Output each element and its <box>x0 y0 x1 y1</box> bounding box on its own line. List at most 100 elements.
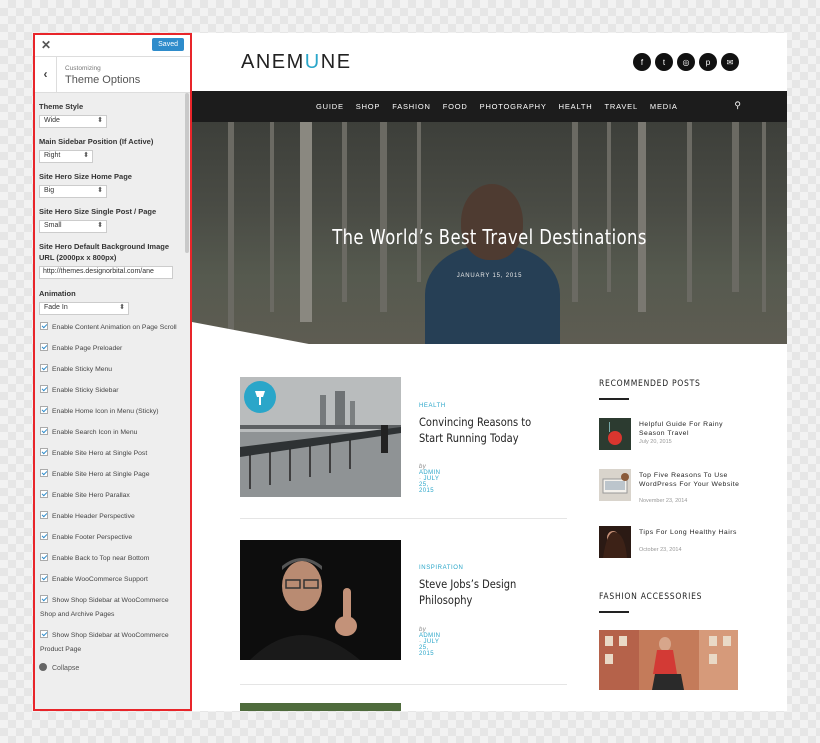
checkbox-label: Enable Site Hero at Single Page <box>52 471 150 478</box>
divider <box>240 518 567 519</box>
checkbox-checked-icon[interactable] <box>40 490 48 498</box>
post-title[interactable]: Convincing Reasons to Start Running Toda… <box>419 414 557 446</box>
mail-icon[interactable]: ✉ <box>721 53 739 71</box>
recommended-title[interactable]: Top Five Reasons To Use WordPress For Yo… <box>639 472 749 489</box>
nav-item-media[interactable]: MEDIA <box>650 102 678 111</box>
customizer-body: Theme Style Wide ⬍ Main Sidebar Position … <box>35 93 190 672</box>
social-links: f t ◎ p ✉ <box>633 53 739 71</box>
sidebar-position-value: Right <box>44 152 61 159</box>
option-checkbox[interactable]: Enable Back to Top near Bottom <box>39 552 184 566</box>
nav-item-fashion[interactable]: FASHION <box>392 102 431 111</box>
post-category[interactable]: INSPIRATION <box>419 565 464 571</box>
option-checkbox[interactable]: Show Shop Sidebar at WooCommerce Shop an… <box>39 594 184 622</box>
option-checkbox[interactable]: Enable Content Animation on Page Scroll <box>39 321 184 335</box>
recommended-date: July 20, 2015 <box>639 439 672 445</box>
checkbox-checked-icon[interactable] <box>40 343 48 351</box>
post-date: JULY 25, 2015 <box>419 476 440 494</box>
nav-item-photography[interactable]: PHOTOGRAPHY <box>480 102 547 111</box>
post-title[interactable]: Steve Jobs’s Design Philosophy <box>419 576 557 608</box>
hero-single-select[interactable]: Small ⬍ <box>39 220 107 233</box>
twitter-icon[interactable]: t <box>655 53 673 71</box>
scrollbar[interactable] <box>185 93 189 253</box>
nav-items: GUIDE SHOP FASHION FOOD PHOTOGRAPHY HEALTH TRA… <box>316 102 678 111</box>
checkbox-label: Show Shop Sidebar at WooCommerce Shop an… <box>40 597 169 618</box>
hero-date: JANUARY 15, 2015 <box>456 273 523 279</box>
sidebar-position-select[interactable]: Right ⬍ <box>39 150 93 163</box>
nav-item-health[interactable]: HEALTH <box>559 102 593 111</box>
checkbox-checked-icon[interactable] <box>40 406 48 414</box>
checkbox-label: Show Shop Sidebar at WooCommerce Product… <box>40 632 169 653</box>
animation-label: Animation <box>39 289 76 298</box>
checkbox-label: Enable Back to Top near Bottom <box>52 555 150 562</box>
checkbox-label: Enable Home Icon in Menu (Sticky) <box>52 408 159 415</box>
fashion-image[interactable] <box>599 630 738 690</box>
animation-value: Fade In <box>44 304 68 311</box>
post-thumbnail[interactable] <box>240 540 401 660</box>
collapse-button[interactable]: Collapse <box>39 663 184 672</box>
customizer-panel: ✕ Saved ‹ Customizing Theme Options Them… <box>33 33 192 711</box>
site-logo[interactable]: ANEMUNE <box>241 51 352 74</box>
checkbox-checked-icon[interactable] <box>40 385 48 393</box>
nav-item-shop[interactable]: SHOP <box>356 102 380 111</box>
checkbox-checked-icon[interactable] <box>40 427 48 435</box>
sidebar-position-label: Main Sidebar Position (If Active) <box>39 137 154 146</box>
post-category[interactable]: HEALTH <box>419 403 446 409</box>
recommended-thumbnail[interactable] <box>599 469 631 501</box>
checkbox-checked-icon[interactable] <box>40 532 48 540</box>
option-checkbox[interactable]: Enable Home Icon in Menu (Sticky) <box>39 405 184 419</box>
checkbox-label: Enable Sticky Sidebar <box>52 387 119 394</box>
collapse-label: Collapse <box>52 665 80 672</box>
checkbox-checked-icon[interactable] <box>40 322 48 330</box>
pinterest-icon[interactable]: p <box>699 53 717 71</box>
hero-bg-url-input[interactable]: http://themes.designorbital.com/ane <box>39 266 173 279</box>
site-hero: The World’s Best Travel Destinations JAN… <box>192 122 787 344</box>
facebook-icon[interactable]: f <box>633 53 651 71</box>
customizer-title: Theme Options <box>65 74 141 86</box>
option-checkbox[interactable]: Enable Page Preloader <box>39 342 184 356</box>
recommended-title[interactable]: Tips For Long Healthy Hairs <box>639 529 749 538</box>
chevron-left-icon[interactable]: ‹ <box>35 57 57 93</box>
theme-style-select[interactable]: Wide ⬍ <box>39 115 107 128</box>
checkbox-label: Enable WooCommerce Support <box>52 576 148 583</box>
animation-select[interactable]: Fade In ⬍ <box>39 302 129 315</box>
option-checkbox[interactable]: Enable Site Hero Parallax <box>39 489 184 503</box>
hero-single-value: Small <box>44 222 62 229</box>
collapse-icon <box>39 663 47 671</box>
checkbox-checked-icon[interactable] <box>40 511 48 519</box>
customizer-header: ‹ Customizing Theme Options <box>35 57 190 93</box>
checkbox-checked-icon[interactable] <box>40 364 48 372</box>
option-checkbox[interactable]: Enable Site Hero at Single Post <box>39 447 184 461</box>
checkbox-checked-icon[interactable] <box>40 469 48 477</box>
option-checkbox[interactable]: Enable Search Icon in Menu <box>39 426 184 440</box>
checkbox-checked-icon[interactable] <box>40 448 48 456</box>
nav-item-food[interactable]: FOOD <box>443 102 468 111</box>
search-icon[interactable]: ⚲ <box>734 100 741 111</box>
chevron-down-icon: ⬍ <box>119 304 125 311</box>
post-thumbnail[interactable] <box>240 377 401 497</box>
option-checkbox[interactable]: Enable WooCommerce Support <box>39 573 184 587</box>
recommended-title[interactable]: Helpful Guide For Rainy Season Travel <box>639 421 749 438</box>
recommended-thumbnail[interactable] <box>599 418 631 450</box>
option-checkbox[interactable]: Enable Site Hero at Single Page <box>39 468 184 482</box>
checkbox-label: Enable Content Animation on Page Scroll <box>52 324 177 331</box>
hero-home-select[interactable]: Big ⬍ <box>39 185 107 198</box>
checkbox-checked-icon[interactable] <box>40 630 48 638</box>
recommended-thumbnail[interactable] <box>599 526 631 558</box>
option-checkbox[interactable]: Enable Sticky Menu <box>39 363 184 377</box>
logo-text-end: NE <box>320 51 352 73</box>
option-checkbox[interactable]: Enable Footer Perspective <box>39 531 184 545</box>
option-checkbox[interactable]: Enable Sticky Sidebar <box>39 384 184 398</box>
checkbox-list: Enable Content Animation on Page Scroll E… <box>39 321 184 657</box>
close-icon[interactable]: ✕ <box>41 38 51 52</box>
saved-button[interactable]: Saved <box>152 38 184 51</box>
option-checkbox[interactable]: Show Shop Sidebar at WooCommerce Product… <box>39 629 184 657</box>
checkbox-label: Enable Page Preloader <box>52 345 123 352</box>
post-thumbnail[interactable] <box>240 703 401 711</box>
nav-item-travel[interactable]: TRAVEL <box>605 102 638 111</box>
option-checkbox[interactable]: Enable Header Perspective <box>39 510 184 524</box>
checkbox-checked-icon[interactable] <box>40 574 48 582</box>
checkbox-checked-icon[interactable] <box>40 595 48 603</box>
instagram-icon[interactable]: ◎ <box>677 53 695 71</box>
nav-item-guide[interactable]: GUIDE <box>316 102 344 111</box>
checkbox-checked-icon[interactable] <box>40 553 48 561</box>
